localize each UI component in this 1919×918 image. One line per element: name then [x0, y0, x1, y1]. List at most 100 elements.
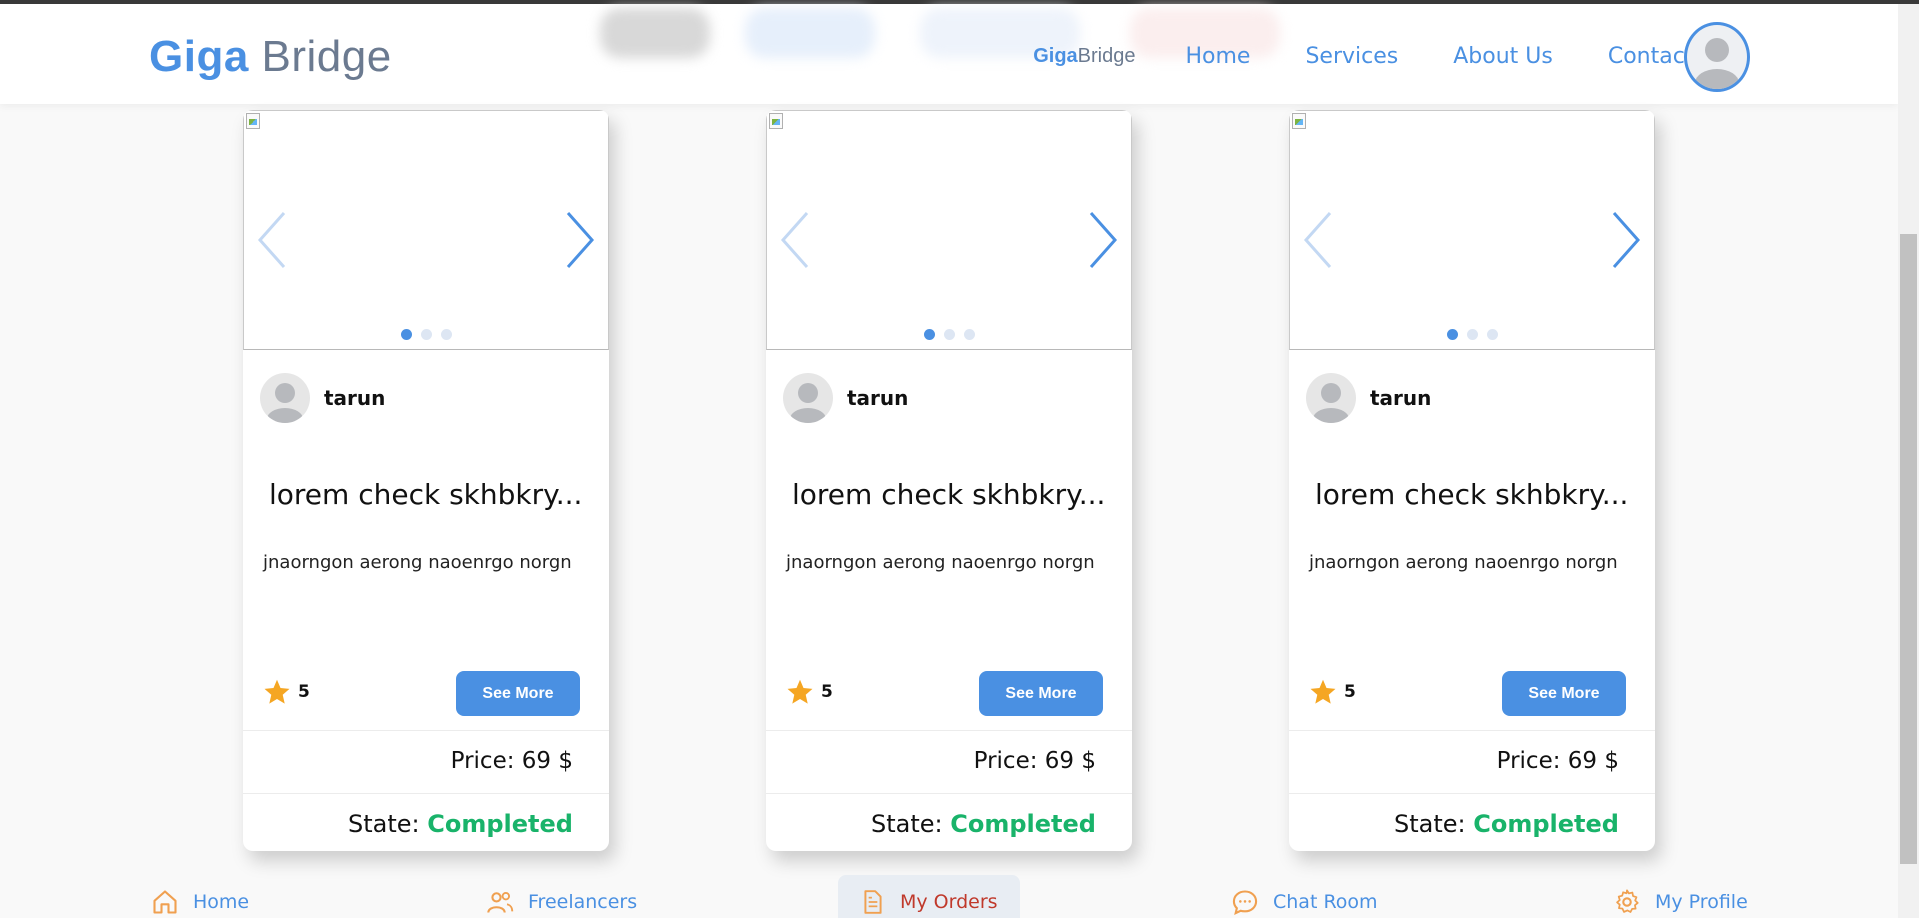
- see-more-button[interactable]: See More: [1502, 671, 1626, 716]
- carousel-dot[interactable]: [963, 329, 975, 340]
- author-name: tarun: [1370, 386, 1432, 410]
- state-value: Completed: [427, 810, 573, 838]
- logo-bridge-text: Bridge: [261, 32, 392, 81]
- carousel-prev-arrow-icon[interactable]: [254, 209, 290, 271]
- carousel-dot[interactable]: [923, 329, 935, 340]
- faded-banner-shape: [600, 8, 710, 58]
- main-nav: GigaBridge Home Services About Us Contac…: [1033, 4, 1728, 108]
- bottom-nav-home-label: Home: [193, 891, 250, 913]
- order-card: tarun lorem check skhbkry... jnaorngon a…: [243, 110, 609, 851]
- card-price: Price: 69 $: [1496, 748, 1619, 774]
- bottom-nav-chat-room-label: Chat Room: [1273, 891, 1378, 913]
- see-more-button[interactable]: See More: [979, 671, 1103, 716]
- bottom-nav-my-orders[interactable]: My Orders: [860, 888, 998, 916]
- state-label: State:: [1394, 810, 1466, 838]
- carousel-next-arrow-icon[interactable]: [562, 209, 598, 271]
- carousel-dots: [244, 329, 608, 340]
- carousel-dot[interactable]: [1486, 329, 1498, 340]
- bottom-nav-freelancers-label: Freelancers: [528, 891, 638, 913]
- card-author: tarun: [260, 373, 385, 423]
- logo-giga-text: Giga: [149, 32, 249, 81]
- scrollbar-thumb[interactable]: [1900, 234, 1917, 864]
- carousel-next-arrow-icon[interactable]: [1085, 209, 1121, 271]
- carousel-dots: [767, 329, 1131, 340]
- author-avatar: [260, 373, 310, 423]
- nav-link-home[interactable]: Home: [1185, 44, 1250, 69]
- bottom-nav: Home Freelancers My Orders Chat Room My …: [0, 868, 1898, 918]
- document-icon: [864, 890, 882, 914]
- bottom-nav-my-orders-label: My Orders: [900, 891, 998, 913]
- carousel-dots: [1290, 329, 1654, 340]
- carousel-dot[interactable]: [943, 329, 955, 340]
- vertical-scrollbar[interactable]: [1898, 4, 1919, 918]
- order-card: tarun lorem check skhbkry... jnaorngon a…: [1289, 110, 1655, 851]
- author-avatar: [783, 373, 833, 423]
- divider: [766, 730, 1132, 731]
- brand-logo[interactable]: Giga Bridge: [149, 32, 392, 82]
- card-rating: 5: [263, 678, 310, 706]
- divider: [243, 730, 609, 731]
- divider: [766, 793, 1132, 794]
- rating-value: 5: [821, 682, 833, 702]
- bottom-nav-chat-room[interactable]: Chat Room: [1231, 888, 1378, 916]
- carousel-prev-arrow-icon[interactable]: [1300, 209, 1336, 271]
- divider: [1289, 793, 1655, 794]
- state-label: State:: [348, 810, 420, 838]
- card-rating: 5: [786, 678, 833, 706]
- card-price: Price: 69 $: [450, 748, 573, 774]
- carousel-prev-arrow-icon[interactable]: [777, 209, 813, 271]
- bottom-nav-my-profile[interactable]: My Profile: [1613, 888, 1748, 916]
- state-value: Completed: [950, 810, 1096, 838]
- card-price: Price: 69 $: [973, 748, 1096, 774]
- top-header: Giga Bridge GigaBridge Home Services Abo…: [0, 4, 1898, 104]
- card-state: State: Completed: [348, 810, 573, 838]
- order-card: tarun lorem check skhbkry... jnaorngon a…: [766, 110, 1132, 851]
- carousel-dot[interactable]: [1466, 329, 1478, 340]
- author-name: tarun: [847, 386, 909, 410]
- star-icon: [1310, 679, 1336, 704]
- rating-value: 5: [1344, 682, 1356, 702]
- user-silhouette-icon: [267, 383, 303, 423]
- card-title: lorem check skhbkry...: [1315, 478, 1629, 511]
- nav-link-services[interactable]: Services: [1305, 44, 1398, 69]
- mini-logo-bridge: Bridge: [1077, 44, 1136, 67]
- card-state: State: Completed: [1394, 810, 1619, 838]
- star-icon: [787, 679, 813, 704]
- nav-mini-logo[interactable]: GigaBridge: [1033, 45, 1135, 68]
- state-value: Completed: [1473, 810, 1619, 838]
- user-silhouette-icon: [790, 383, 826, 423]
- chat-bubble-icon: [1232, 890, 1258, 915]
- mini-logo-giga: Giga: [1033, 44, 1078, 67]
- divider: [243, 793, 609, 794]
- faded-banner-shape: [745, 8, 875, 58]
- home-icon: [153, 890, 177, 914]
- card-title: lorem check skhbkry...: [269, 478, 583, 511]
- state-label: State:: [871, 810, 943, 838]
- card-rating: 5: [1309, 678, 1356, 706]
- carousel-next-arrow-icon[interactable]: [1608, 209, 1644, 271]
- carousel-dot[interactable]: [1446, 329, 1458, 340]
- broken-image-icon: [769, 113, 783, 129]
- card-description: jnaorngon aerong naoenrgo norgn: [263, 552, 572, 573]
- bottom-nav-freelancers[interactable]: Freelancers: [486, 888, 637, 916]
- card-author: tarun: [1306, 373, 1431, 423]
- carousel-dot[interactable]: [420, 329, 432, 340]
- author-name: tarun: [324, 386, 386, 410]
- carousel-dot[interactable]: [400, 329, 412, 340]
- gear-icon: [1616, 889, 1639, 913]
- image-carousel: [1289, 110, 1655, 350]
- user-avatar[interactable]: [1684, 22, 1750, 92]
- carousel-dot[interactable]: [440, 329, 452, 340]
- author-avatar: [1306, 373, 1356, 423]
- card-title: lorem check skhbkry...: [792, 478, 1106, 511]
- user-silhouette-icon: [1695, 38, 1739, 89]
- nav-link-about-us[interactable]: About Us: [1453, 44, 1553, 69]
- image-carousel: [766, 110, 1132, 350]
- card-description: jnaorngon aerong naoenrgo norgn: [1309, 552, 1618, 573]
- bottom-nav-home[interactable]: Home: [151, 888, 249, 916]
- bottom-nav-my-profile-label: My Profile: [1655, 891, 1748, 913]
- users-icon: [487, 891, 514, 913]
- image-carousel: [243, 110, 609, 350]
- see-more-button[interactable]: See More: [456, 671, 580, 716]
- broken-image-icon: [246, 113, 260, 129]
